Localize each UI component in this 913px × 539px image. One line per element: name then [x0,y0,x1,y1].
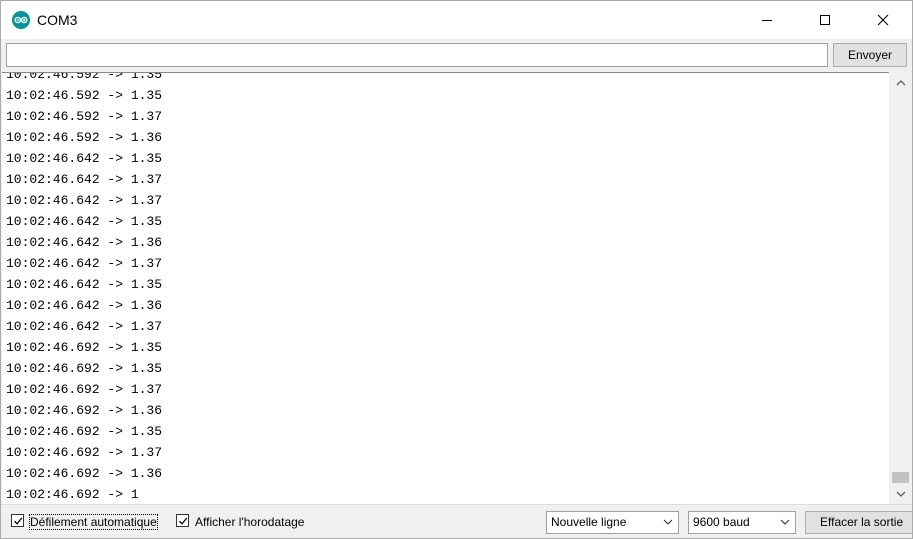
output-line: 10:02:46.642 -> 1.36 [6,298,163,313]
output-line: 10:02:46.592 -> 1.36 [6,130,163,145]
output-line: 10:02:46.642 -> 1.35 [6,151,163,166]
title-bar: COM3 [1,1,912,39]
output-line: 10:02:46.592 -> 1.37 [6,109,163,124]
checkmark-icon [179,517,188,525]
status-bar: Défilement automatique Afficher l'horoda… [1,504,912,538]
line-ending-value: Nouvelle ligne [551,515,627,529]
output-line: 10:02:46.642 -> 1.37 [6,256,163,271]
close-button[interactable] [854,1,912,39]
serial-monitor-window: COM3 Envoyer 10:02:46.592 -> 1.35 10:02:4… [0,0,913,539]
output-line: 10:02:46.692 -> 1.37 [6,382,163,397]
send-row: Envoyer [1,39,912,72]
autoscroll-label[interactable]: Défilement automatique [29,514,158,530]
serial-output[interactable]: 10:02:46.592 -> 1.35 10:02:46.592 -> 1.35… [2,72,889,505]
clear-output-button[interactable]: Effacer la sortie [805,511,912,534]
output-line: 10:02:46.692 -> 1.35 [6,424,163,439]
scroll-up-button[interactable] [890,73,912,93]
maximize-icon [820,15,830,25]
output-line: 10:02:46.642 -> 1.36 [6,235,163,250]
output-line: 10:02:46.642 -> 1.37 [6,172,163,187]
line-ending-select[interactable]: Nouvelle ligne [546,511,679,534]
output-line: 10:02:46.692 -> 1.36 [6,403,163,418]
scroll-down-button[interactable] [890,484,912,504]
send-input[interactable] [6,43,828,67]
minimize-button[interactable] [738,1,796,39]
output-line: 10:02:46.642 -> 1.35 [6,214,163,229]
send-button[interactable]: Envoyer [833,43,907,67]
output-line: 10:02:46.642 -> 1.37 [6,193,163,208]
vertical-scrollbar[interactable] [890,73,912,504]
chevron-down-icon [663,519,673,525]
timestamp-label[interactable]: Afficher l'horodatage [195,515,304,529]
minimize-icon [762,20,772,21]
output-line: 10:02:46.692 -> 1.37 [6,445,163,460]
output-line: 10:02:46.592 -> 1.35 [6,72,163,82]
maximize-button[interactable] [796,1,854,39]
scrollbar-thumb[interactable] [892,472,909,483]
arduino-logo-icon [12,11,30,29]
output-line: 10:02:46.642 -> 1.35 [6,277,163,292]
close-icon [877,14,889,26]
baud-rate-value: 9600 baud [693,515,750,529]
output-line: 10:02:46.642 -> 1.37 [6,319,163,334]
output-line: 10:02:46.692 -> 1.35 [6,340,163,355]
timestamp-checkbox[interactable] [176,514,189,527]
output-line: 10:02:46.692 -> 1.36 [6,466,163,481]
baud-rate-select[interactable]: 9600 baud [688,511,796,534]
output-line: 10:02:46.692 -> 1 [6,487,139,502]
chevron-up-icon [896,80,906,86]
chevron-down-icon [896,491,906,497]
output-line: 10:02:46.692 -> 1.35 [6,361,163,376]
window-title: COM3 [37,12,78,28]
autoscroll-checkbox[interactable] [11,514,24,527]
chevron-down-icon [780,519,790,525]
output-lines: 10:02:46.592 -> 1.35 10:02:46.592 -> 1.35… [6,72,163,505]
output-line: 10:02:46.592 -> 1.35 [6,88,163,103]
checkmark-icon [14,517,23,525]
